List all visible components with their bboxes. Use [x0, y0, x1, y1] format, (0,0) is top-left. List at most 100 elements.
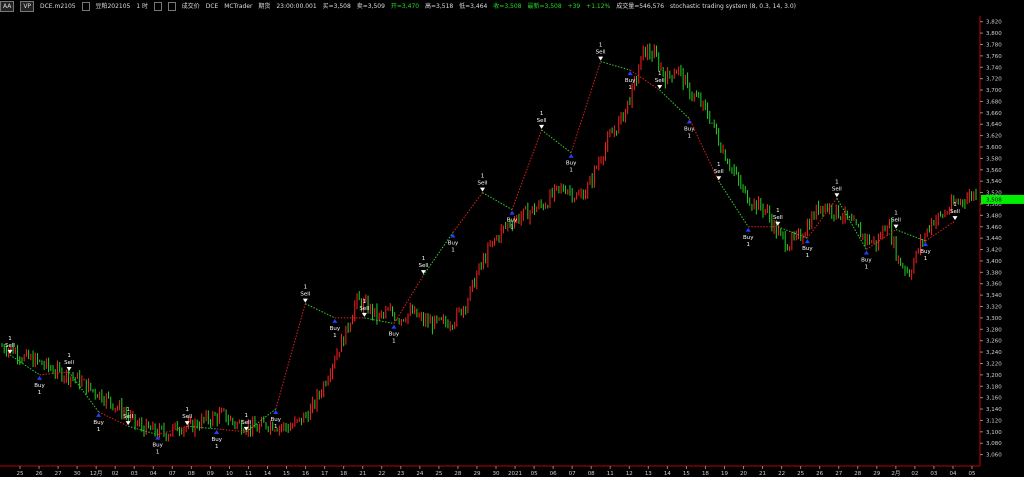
y-tick-label: 3,760: [986, 54, 1002, 60]
trade-connector: [482, 192, 513, 211]
y-tick-label: 3,820: [986, 20, 1002, 26]
x-tick-label: 11: [245, 471, 252, 477]
x-tick-label: 20: [740, 471, 747, 477]
buy-qty-label: 1: [747, 242, 751, 248]
x-tick-label: 15: [283, 471, 290, 477]
x-tick-label: 12: [626, 471, 633, 477]
x-tick-label: 29: [473, 471, 480, 477]
sell-qty-label: 1: [304, 285, 308, 291]
sell-label: Sell: [596, 50, 606, 56]
buy-label: Buy: [802, 246, 813, 252]
buy-qty-label: 1: [628, 85, 632, 91]
buy-label: Buy: [271, 417, 282, 423]
sell-qty-label: 1: [776, 208, 780, 214]
x-tick-label: 13: [645, 471, 652, 477]
buy-label: Buy: [861, 258, 872, 264]
buy-marker-icon: [922, 242, 928, 246]
y-tick-label: 3,780: [986, 42, 1002, 48]
sell-marker-icon: [834, 193, 840, 198]
sell-label: Sell: [5, 343, 15, 349]
sell-qty-label: 1: [422, 256, 426, 262]
x-tick-label: 26: [36, 471, 43, 477]
x-tick-label: 19: [721, 471, 728, 477]
x-tick-label: 18: [340, 471, 347, 477]
trade-connector: [659, 89, 690, 119]
trade-connector: [541, 129, 572, 154]
y-tick-label: 3,460: [986, 225, 1002, 231]
sell-qty-label: 1: [126, 407, 130, 413]
x-tick-label: 07: [569, 471, 576, 477]
buy-label: Buy: [330, 326, 341, 332]
buy-label: Buy: [152, 443, 163, 449]
buy-marker-icon: [332, 318, 338, 323]
buy-label: Buy: [93, 420, 104, 426]
sell-marker-icon: [361, 312, 367, 317]
sell-label: Sell: [714, 169, 724, 175]
buy-marker-icon: [391, 324, 397, 329]
sell-label: Sell: [950, 209, 960, 215]
y-tick-label: 3,100: [986, 430, 1002, 436]
buy-qty-label: 1: [924, 256, 928, 262]
sell-label: Sell: [182, 414, 192, 420]
x-tick-label: 02: [911, 471, 918, 477]
buy-label: Buy: [920, 249, 931, 255]
y-tick-label: 3,700: [986, 88, 1002, 94]
y-tick-label: 3,580: [986, 156, 1002, 162]
sell-qty-label: 1: [481, 174, 485, 180]
sell-marker-icon: [952, 216, 958, 221]
buy-label: Buy: [34, 383, 45, 389]
x-tick-label: 29: [873, 471, 880, 477]
x-tick-label: 04: [949, 471, 956, 477]
x-tick-label: 21: [359, 471, 366, 477]
price-chart[interactable]: 1SellBuy11SellBuy11SellBuy11SellBuy11Sel…: [0, 0, 1024, 477]
x-tick-label: 25: [797, 471, 804, 477]
sell-marker-icon: [539, 124, 545, 129]
buy-qty-label: 1: [510, 225, 514, 231]
y-tick-label: 3,660: [986, 111, 1002, 117]
x-tick-label: 28: [454, 471, 461, 477]
sell-label: Sell: [891, 218, 901, 224]
buy-label: Buy: [389, 332, 400, 338]
sell-qty-label: 1: [835, 179, 839, 185]
x-tick-label: 23: [397, 471, 404, 477]
sell-label: Sell: [359, 306, 369, 312]
y-tick-label: 3,380: [986, 270, 1002, 276]
x-tick-label: 27: [835, 471, 842, 477]
y-tick-label: 3,800: [986, 31, 1002, 37]
sell-marker-icon: [480, 187, 485, 192]
sell-label: Sell: [123, 414, 133, 420]
buy-qty-label: 1: [865, 265, 869, 271]
y-tick-label: 3,360: [986, 282, 1002, 288]
trade-connector: [777, 226, 808, 239]
y-tick-label: 3,420: [986, 248, 1002, 254]
trade-connector: [895, 229, 926, 242]
trade-connector: [305, 303, 336, 319]
buy-marker-icon: [804, 239, 810, 244]
sell-qty-label: 1: [658, 71, 662, 77]
y-tick-label: 3,540: [986, 179, 1002, 185]
trade-connector: [275, 303, 306, 410]
sell-marker-icon: [125, 421, 131, 426]
sell-label: Sell: [773, 215, 783, 221]
y-tick-label: 3,260: [986, 339, 1002, 345]
buy-label: Buy: [566, 161, 577, 167]
x-tick-label: 30: [74, 471, 81, 477]
buy-qty-label: 1: [156, 450, 160, 456]
trade-connector: [452, 192, 483, 233]
buy-marker-icon: [745, 227, 751, 232]
trade-connector: [600, 61, 631, 71]
x-tick-label: 08: [588, 471, 595, 477]
buy-marker-icon: [627, 71, 633, 76]
sell-qty-label: 1: [67, 353, 71, 359]
x-tick-label: 14: [264, 471, 271, 477]
x-tick-label: 16: [302, 471, 309, 477]
x-tick-label: 15: [683, 471, 690, 477]
x-tick-label: 25: [435, 471, 442, 477]
sell-marker-icon: [66, 367, 72, 372]
x-tick-label: 21: [759, 471, 766, 477]
sell-label: Sell: [64, 360, 74, 366]
sell-label: Sell: [478, 181, 488, 187]
buy-marker-icon: [96, 412, 102, 417]
trade-connector: [718, 180, 749, 228]
x-tick-label: 17: [321, 471, 328, 477]
